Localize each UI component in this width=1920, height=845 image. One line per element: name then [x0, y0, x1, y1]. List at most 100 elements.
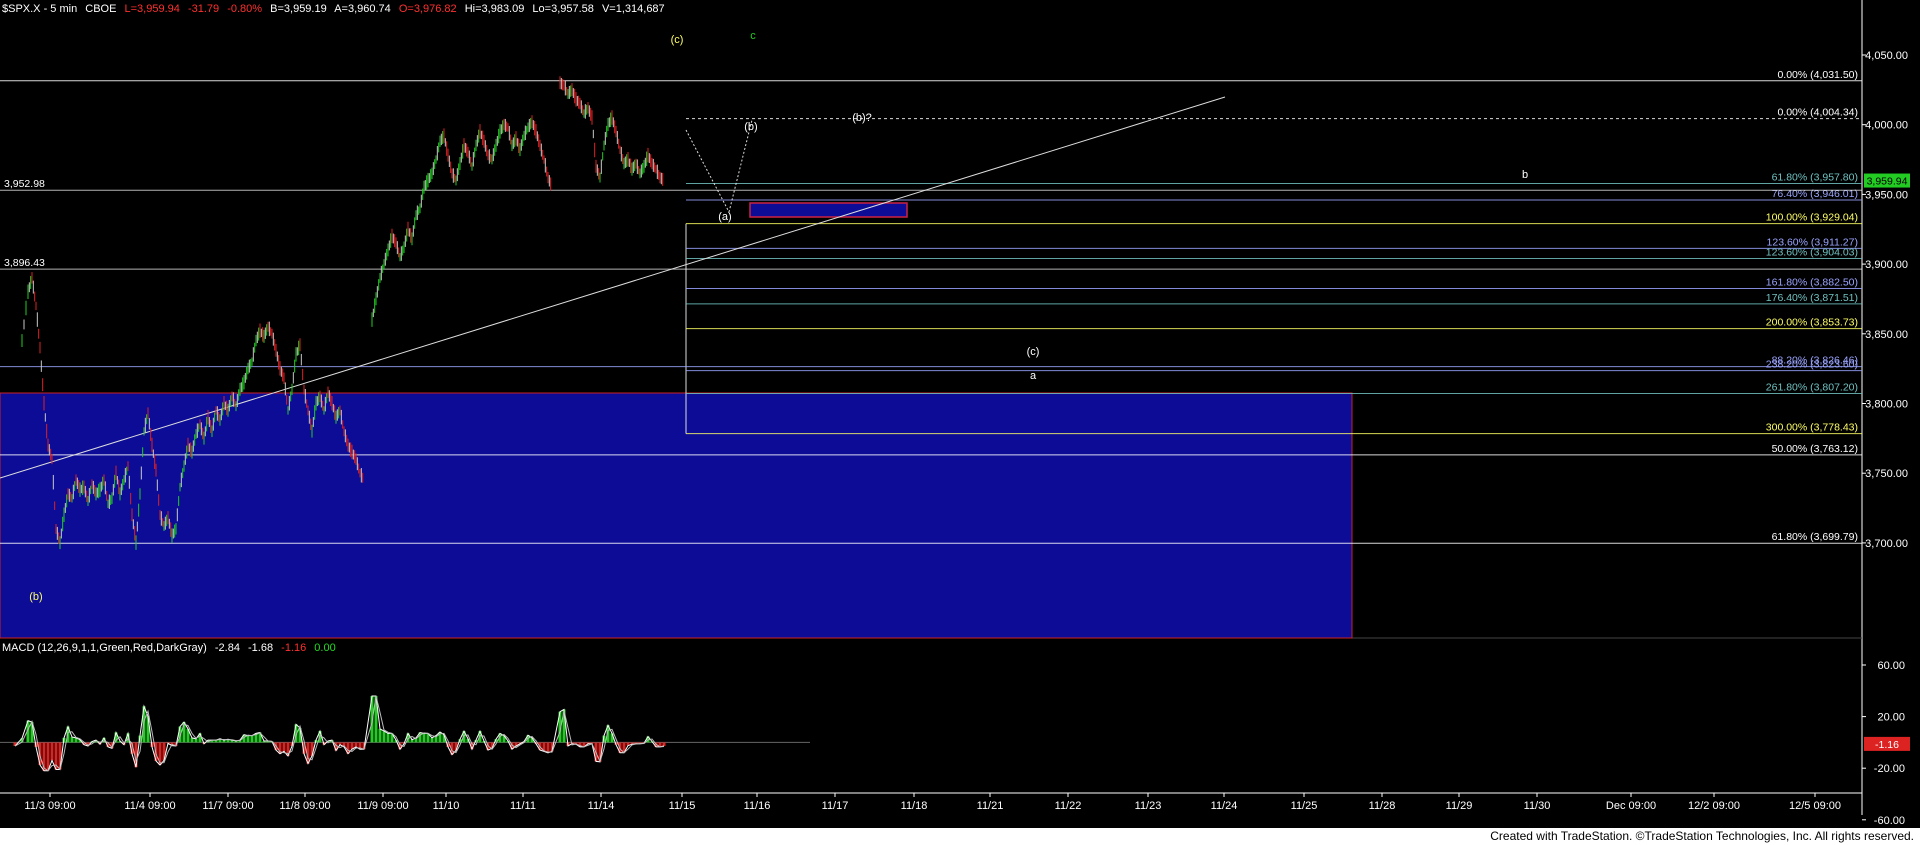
fib-level-label: 0.00% (4,004.34): [1777, 107, 1858, 119]
macd-tag: -1.16: [1875, 739, 1899, 751]
macd-histogram-bar: [422, 733, 426, 743]
bid-price: B=3,959.19: [270, 3, 327, 15]
blue-target-small: [749, 202, 908, 218]
fib-level-label: 61.80% (3,957.80): [1772, 172, 1858, 184]
x-tick-label: 11/21: [977, 800, 1004, 812]
chart-canvas: 0.00% (4,031.50) 0.00% (4,004.34) 61.80% (…: [0, 0, 1910, 827]
fib-level-label: 100.00% (3,929.04): [1766, 212, 1858, 224]
exchange-label: CBOE: [85, 3, 117, 15]
fib-level-label: 176.40% (3,871.51): [1766, 292, 1858, 304]
x-tick-label: 11/23: [1135, 800, 1162, 812]
x-tick-label: 11/29: [1446, 800, 1473, 812]
macd-tick-label: 20.00: [1877, 712, 1905, 724]
macd-tick-label: -20.00: [1874, 763, 1905, 775]
macd-tick-label: 60.00: [1877, 660, 1905, 672]
x-tick-label: 11/14: [588, 800, 615, 812]
fib-level-label: 123.60% (3,904.03): [1766, 246, 1858, 258]
x-tick-label: 11/28: [1369, 800, 1396, 812]
macd-zero-value: 0.00: [314, 642, 336, 654]
wave-label: (c): [1027, 346, 1040, 358]
macd-signal-value: -1.68: [248, 642, 274, 654]
x-tick-label: 11/10: [433, 800, 460, 812]
x-tick-label: Dec 09:00: [1606, 800, 1656, 812]
x-tick-label: 11/4 09:00: [124, 800, 175, 812]
fib-level-label: 0.00% (4,031.50): [1777, 69, 1858, 81]
fib-level-label: 200.00% (3,853.73): [1766, 317, 1858, 329]
y-tick-label: 3,750.00: [1865, 468, 1908, 480]
macd-hist-value: -1.16: [281, 642, 307, 654]
x-tick-label: 11/24: [1211, 800, 1238, 812]
x-tick-label: 12/2 09:00: [1688, 800, 1740, 812]
macd-histogram-bar: [250, 735, 254, 743]
fib-level-label: 61.80% (3,699.79): [1772, 531, 1858, 543]
macd-histogram-bar: [386, 733, 390, 743]
last-price: L=3,959.94: [124, 3, 180, 15]
x-tick-label: 11/7 09:00: [202, 800, 253, 812]
wave-label: (c): [671, 34, 684, 46]
low-price: Lo=3,957.58: [532, 3, 594, 15]
left-ref-label: 3,896.43: [4, 257, 45, 269]
x-tick-label: 11/11: [510, 800, 536, 812]
x-tick-label: 11/17: [822, 800, 849, 812]
left-ref-label: 3,952.98: [4, 178, 45, 190]
macd-histogram-bar: [354, 742, 358, 747]
wave-label: c: [750, 30, 756, 42]
macd-histogram-bar: [70, 736, 74, 743]
fib-level-label: 161.80% (3,882.50): [1766, 276, 1858, 288]
macd-value: -2.84: [214, 642, 240, 654]
x-tick-label: 11/22: [1055, 800, 1082, 812]
macd-histogram-bar: [146, 716, 150, 743]
y-tick-label: 3,950.00: [1865, 189, 1908, 201]
macd-histogram-bar: [378, 728, 382, 743]
x-tick-label: 12/5 09:00: [1789, 800, 1841, 812]
wave-label: (b): [29, 591, 42, 603]
y-tick-label: 4,000.00: [1865, 120, 1908, 132]
pct-change: -0.80%: [227, 3, 263, 15]
y-tick-label: 4,050.00: [1865, 50, 1908, 62]
macd-tick-label: -60.00: [1874, 815, 1905, 827]
wave-label: (a): [718, 211, 731, 223]
ask-price: A=3,960.74: [334, 3, 391, 15]
macd-header: MACD (12,26,9,1,1,Green,Red,DarkGray) -2…: [2, 642, 341, 654]
x-tick-label: 11/3 09:00: [24, 800, 75, 812]
chart-header: $SPX.X - 5 min CBOE L=3,959.94 -31.79 -0…: [2, 3, 670, 15]
x-tick-label: 11/8 09:00: [279, 800, 330, 812]
wave-label: (b): [744, 121, 757, 133]
macd-histogram-bar: [282, 742, 286, 752]
wave-connector: [728, 119, 753, 213]
symbol-label: $SPX.X - 5 min: [2, 3, 78, 15]
y-tick-label: 3,850.00: [1865, 329, 1908, 341]
macd-histogram-bar: [194, 738, 198, 743]
macd-line: [14, 695, 665, 772]
y-tick-label: 3,700.00: [1865, 538, 1908, 550]
fib-level-label: 50.00% (3,763.12): [1772, 443, 1858, 455]
x-tick-label: 11/9 09:00: [357, 800, 408, 812]
high-price: Hi=3,983.09: [464, 3, 525, 15]
macd-label: MACD (12,26,9,1,1,Green,Red,DarkGray): [2, 642, 207, 654]
y-tick-label: 3,800.00: [1865, 399, 1908, 411]
last-price-tag: 3,959.94: [1867, 176, 1908, 188]
macd-histogram-bar: [546, 742, 550, 753]
x-tick-label: 11/30: [1524, 800, 1551, 812]
macd-histogram-bar: [46, 742, 50, 771]
macd-histogram-bar: [430, 737, 434, 743]
net-change: -31.79: [187, 3, 220, 15]
fib-level-label: 300.00% (3,778.43): [1766, 422, 1858, 434]
fib-level-label: 238.20% (3,823.60): [1766, 359, 1858, 371]
open-price: O=3,976.82: [398, 3, 457, 15]
macd-histogram-bar: [382, 731, 386, 743]
macd-histogram-bar: [50, 742, 54, 761]
macd-histogram-bar: [662, 742, 666, 747]
fib-level-label: 261.80% (3,807.20): [1766, 381, 1858, 393]
volume-value: V=1,314,687: [601, 3, 665, 15]
wave-label: b: [1522, 169, 1528, 181]
macd-histogram-bar: [246, 735, 250, 743]
footer-credit: Created with TradeStation. ©TradeStation…: [1490, 829, 1914, 843]
x-tick-label: 11/18: [901, 800, 928, 812]
x-tick-label: 11/15: [669, 800, 696, 812]
y-tick-label: 3,900.00: [1865, 259, 1908, 271]
wave-label: (b)?: [852, 112, 872, 124]
wave-label: a: [1030, 370, 1037, 382]
x-tick-label: 11/16: [744, 800, 771, 812]
x-tick-label: 11/25: [1291, 800, 1318, 812]
